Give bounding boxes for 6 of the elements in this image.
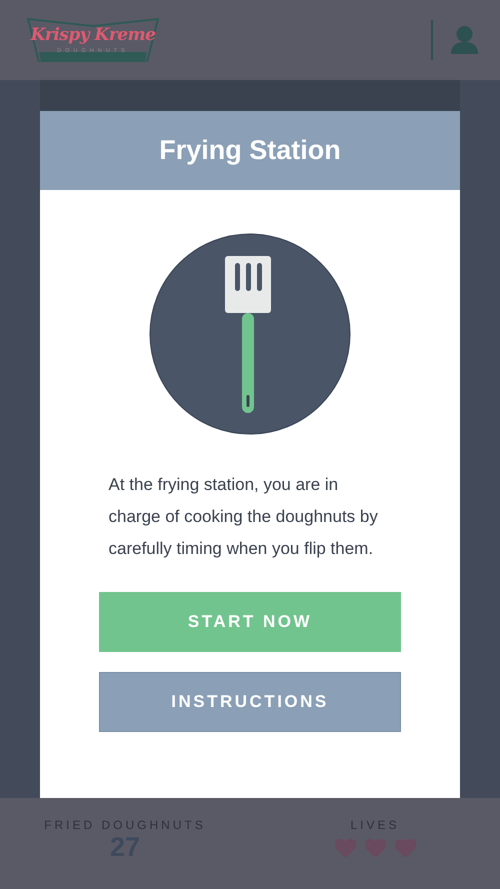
description: At the frying station, you are in charge of cooking the doughnuts by carefully timing when you flip them.	[108, 474, 379, 560]
modal-title: Frying Station	[159, 135, 341, 166]
start-button[interactable]: START NOW	[99, 592, 401, 652]
instructions-button[interactable]: INSTRUCTIONS	[99, 672, 401, 732]
user-icon[interactable]	[451, 26, 478, 54]
spatula-icon	[149, 233, 351, 435]
